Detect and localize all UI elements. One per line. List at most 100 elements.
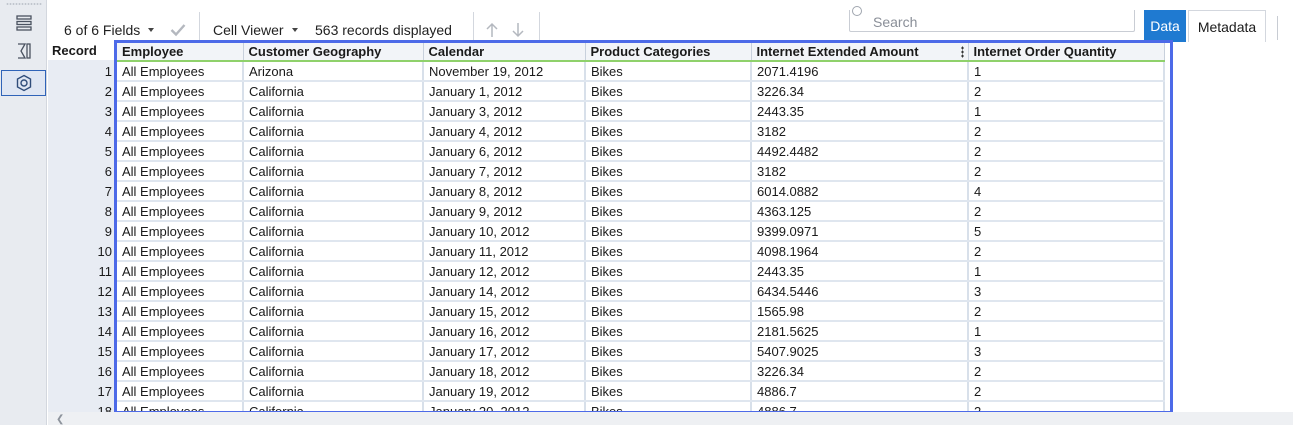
- table-row[interactable]: All Employees California January 19, 2012 B…: [117, 381, 1165, 402]
- table-cell[interactable]: California: [243, 321, 424, 342]
- table-cell[interactable]: All Employees: [117, 341, 244, 362]
- table-cell[interactable]: 3: [968, 281, 1165, 302]
- table-cell[interactable]: 4363.125: [751, 201, 969, 222]
- table-cell[interactable]: 3: [968, 341, 1165, 362]
- table-cell[interactable]: 2: [968, 241, 1165, 262]
- table-cell[interactable]: November 19, 2012: [423, 61, 586, 82]
- data-viewer-icon[interactable]: [1, 70, 46, 96]
- table-cell[interactable]: All Employees: [117, 281, 244, 302]
- table-cell[interactable]: California: [243, 81, 424, 102]
- table-cell[interactable]: January 11, 2012: [423, 241, 586, 262]
- table-cell[interactable]: January 12, 2012: [423, 261, 586, 282]
- table-cell[interactable]: California: [243, 241, 424, 262]
- table-cell[interactable]: January 4, 2012: [423, 121, 586, 142]
- table-cell[interactable]: Bikes: [585, 321, 752, 342]
- table-cell[interactable]: January 3, 2012: [423, 101, 586, 122]
- table-cell[interactable]: California: [243, 201, 424, 222]
- table-row[interactable]: All Employees California January 18, 2012 B…: [117, 361, 1165, 382]
- table-cell[interactable]: 2181.5625: [751, 321, 969, 342]
- table-cell[interactable]: 2: [968, 121, 1165, 142]
- table-cell[interactable]: 3182: [751, 161, 969, 182]
- table-row[interactable]: All Employees California January 10, 2012 B…: [117, 221, 1165, 242]
- table-cell[interactable]: California: [243, 261, 424, 282]
- sum-icon[interactable]: [0, 37, 47, 65]
- table-cell[interactable]: Bikes: [585, 141, 752, 162]
- table-row[interactable]: All Employees California January 8, 2012 Bi…: [117, 181, 1165, 202]
- drag-grip[interactable]: [6, 3, 42, 5]
- table-cell[interactable]: 9399.0971: [751, 221, 969, 242]
- table-cell[interactable]: 1: [968, 321, 1165, 342]
- table-cell[interactable]: 4492.4482: [751, 141, 969, 162]
- table-cell[interactable]: All Employees: [117, 201, 244, 222]
- table-cell[interactable]: California: [243, 281, 424, 302]
- table-cell[interactable]: Bikes: [585, 201, 752, 222]
- table-row[interactable]: All Employees California January 3, 2012 Bi…: [117, 101, 1165, 122]
- table-row[interactable]: All Employees California January 1, 2012 Bi…: [117, 81, 1165, 102]
- table-row[interactable]: All Employees California January 6, 2012 Bi…: [117, 141, 1165, 162]
- table-cell[interactable]: 2443.35: [751, 261, 969, 282]
- table-cell[interactable]: California: [243, 361, 424, 382]
- table-cell[interactable]: All Employees: [117, 221, 244, 242]
- table-row[interactable]: All Employees California January 14, 2012 B…: [117, 281, 1165, 302]
- apply-check-button[interactable]: [170, 20, 186, 40]
- table-cell[interactable]: January 10, 2012: [423, 221, 586, 242]
- table-row[interactable]: All Employees California January 15, 2012 B…: [117, 301, 1165, 322]
- table-cell[interactable]: January 9, 2012: [423, 201, 586, 222]
- table-cell[interactable]: January 18, 2012: [423, 361, 586, 382]
- table-row[interactable]: All Employees California January 7, 2012 Bi…: [117, 161, 1165, 182]
- column-header[interactable]: Product Categories: [585, 43, 752, 62]
- table-cell[interactable]: 3226.34: [751, 81, 969, 102]
- table-cell[interactable]: Bikes: [585, 101, 752, 122]
- table-cell[interactable]: 2071.4196: [751, 61, 969, 82]
- table-cell[interactable]: 2: [968, 301, 1165, 322]
- table-cell[interactable]: January 6, 2012: [423, 141, 586, 162]
- table-cell[interactable]: California: [243, 101, 424, 122]
- table-cell[interactable]: All Employees: [117, 301, 244, 322]
- table-cell[interactable]: Bikes: [585, 121, 752, 142]
- table-cell[interactable]: 6434.5446: [751, 281, 969, 302]
- table-cell[interactable]: All Employees: [117, 321, 244, 342]
- tab-data[interactable]: Data: [1144, 10, 1186, 42]
- table-cell[interactable]: January 14, 2012: [423, 281, 586, 302]
- column-menu-icon[interactable]: [960, 46, 964, 58]
- table-row[interactable]: All Employees California January 11, 2012 B…: [117, 241, 1165, 262]
- table-cell[interactable]: California: [243, 341, 424, 362]
- table-cell[interactable]: 3226.34: [751, 361, 969, 382]
- table-cell[interactable]: Bikes: [585, 341, 752, 362]
- table-cell[interactable]: Bikes: [585, 241, 752, 262]
- table-cell[interactable]: Bikes: [585, 161, 752, 182]
- table-cell[interactable]: California: [243, 161, 424, 182]
- table-cell[interactable]: All Employees: [117, 261, 244, 282]
- table-cell[interactable]: Bikes: [585, 301, 752, 322]
- table-cell[interactable]: 4886.7: [751, 381, 969, 402]
- fields-dropdown[interactable]: 6 of 6 Fields: [64, 20, 155, 40]
- table-cell[interactable]: 2443.35: [751, 101, 969, 122]
- table-cell[interactable]: 1: [968, 261, 1165, 282]
- table-cell[interactable]: Bikes: [585, 361, 752, 382]
- table-cell[interactable]: All Employees: [117, 141, 244, 162]
- table-cell[interactable]: Bikes: [585, 181, 752, 202]
- table-cell[interactable]: 2: [968, 201, 1165, 222]
- table-cell[interactable]: All Employees: [117, 361, 244, 382]
- table-cell[interactable]: 4: [968, 181, 1165, 202]
- table-cell[interactable]: All Employees: [117, 381, 244, 402]
- scroll-up-button[interactable]: [485, 20, 499, 40]
- table-cell[interactable]: January 1, 2012: [423, 81, 586, 102]
- table-row[interactable]: All Employees California January 17, 2012 B…: [117, 341, 1165, 362]
- column-header[interactable]: Calendar: [423, 43, 586, 62]
- table-cell[interactable]: January 15, 2012: [423, 301, 586, 322]
- table-cell[interactable]: All Employees: [117, 61, 244, 82]
- table-cell[interactable]: 1: [968, 61, 1165, 82]
- table-cell[interactable]: 5: [968, 221, 1165, 242]
- horizontal-scrollbar[interactable]: ❮: [48, 412, 1293, 425]
- column-header[interactable]: Internet Extended Amount: [751, 43, 969, 62]
- table-cell[interactable]: All Employees: [117, 161, 244, 182]
- table-cell[interactable]: January 7, 2012: [423, 161, 586, 182]
- chevron-left-icon[interactable]: ❮: [56, 414, 64, 425]
- table-cell[interactable]: All Employees: [117, 241, 244, 262]
- table-cell[interactable]: All Employees: [117, 81, 244, 102]
- column-header[interactable]: Customer Geography: [243, 43, 424, 62]
- table-row[interactable]: All Employees Arizona November 19, 2012 Bik…: [117, 61, 1165, 82]
- table-cell[interactable]: California: [243, 381, 424, 402]
- table-cell[interactable]: 5407.9025: [751, 341, 969, 362]
